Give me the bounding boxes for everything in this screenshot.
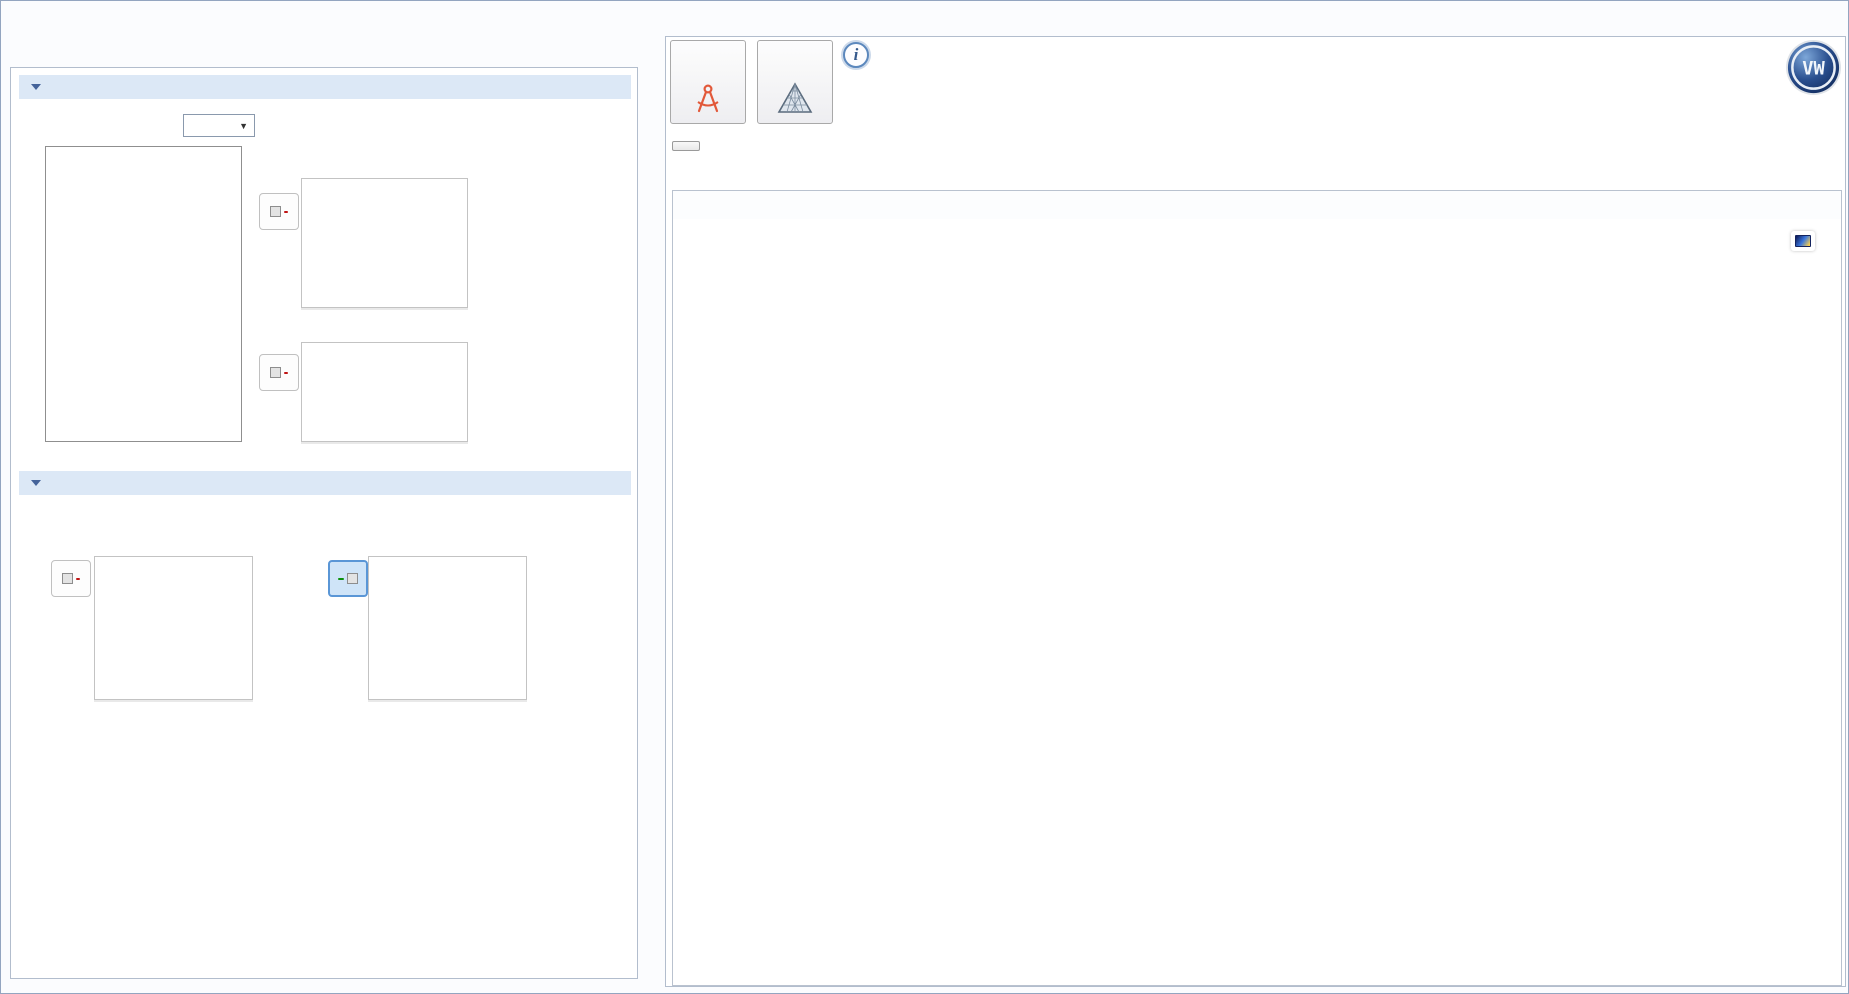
update-geometry-button[interactable] xyxy=(670,40,746,124)
toggle-state-label xyxy=(76,578,80,580)
svg-text:VW: VW xyxy=(1802,58,1825,79)
collapse-triangle-icon xyxy=(31,480,41,486)
app-window: { "main_tabs": [ {"label": "I. Modellauf… xyxy=(0,0,1849,994)
section-header-kontakt[interactable] xyxy=(19,471,631,495)
side-magnet-toggle-off[interactable] xyxy=(259,193,299,230)
info-icon: i xyxy=(843,42,869,68)
section-header-magnete[interactable] xyxy=(19,75,631,99)
toggle-state-label xyxy=(284,211,288,213)
toggle-slider-icon xyxy=(270,206,281,217)
default-view-icon[interactable] xyxy=(1791,231,1815,251)
kontakt-rotorblech-toggle-off[interactable] xyxy=(51,560,91,597)
graphics-area xyxy=(672,190,1842,986)
toggle-state-label xyxy=(284,372,288,374)
contacts-settings-panel: ▼ xyxy=(10,67,638,979)
toggle-slider-icon xyxy=(347,573,358,584)
kontakt-rotorwelle-toggle-on[interactable] xyxy=(328,560,368,597)
side-magnet-selection-box[interactable] xyxy=(301,178,468,308)
chevron-down-icon: ▼ xyxy=(239,121,248,131)
magnet-list[interactable] xyxy=(45,146,242,442)
mesh-triangle-icon xyxy=(777,82,813,114)
side-rotorblech-selection-box[interactable] xyxy=(301,342,468,442)
toggle-slider-icon xyxy=(62,573,73,584)
magnet-count-select[interactable]: ▼ xyxy=(183,114,255,137)
kontakt-rotorblech-selection-box[interactable] xyxy=(94,556,253,700)
graphics-toolbar xyxy=(673,191,1841,219)
toggle-slider-icon xyxy=(270,367,281,378)
update-mesh-button[interactable] xyxy=(757,40,833,124)
vw-logo-icon: VW xyxy=(1784,38,1843,97)
kontakt-rotorwelle-selection-box[interactable] xyxy=(368,556,527,700)
show-geometry-labels-button[interactable] xyxy=(672,141,700,151)
toggle-state-label xyxy=(338,578,344,580)
geometry-plot[interactable] xyxy=(674,219,1842,983)
compass-icon xyxy=(691,82,725,114)
collapse-triangle-icon xyxy=(31,84,41,90)
graphics-panel: i xyxy=(665,36,1846,987)
side-rotorblech-toggle-off[interactable] xyxy=(259,354,299,391)
